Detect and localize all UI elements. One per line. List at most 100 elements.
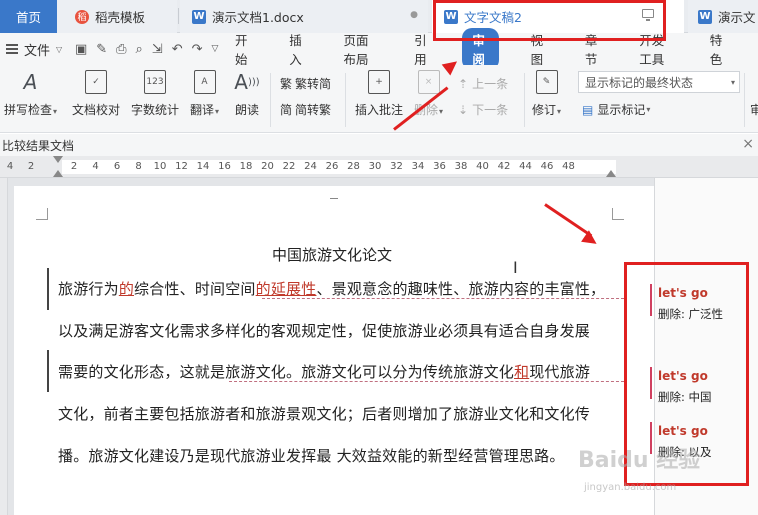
ruler-number: 6 bbox=[113, 161, 121, 172]
read-aloud-button[interactable]: A))) 朗读 bbox=[234, 69, 260, 118]
word-count-button[interactable]: 123 字数统计 bbox=[131, 69, 179, 118]
text-cursor-icon: I bbox=[513, 258, 518, 277]
ruler-number: 16 bbox=[218, 161, 231, 172]
spell-check-button[interactable]: A 拼写检查▾ bbox=[4, 69, 57, 118]
ruler-number: 4 bbox=[92, 161, 99, 172]
next-comment-button[interactable]: ⇣ 下一条 bbox=[458, 101, 508, 118]
docer-icon: 稻 bbox=[75, 9, 89, 24]
ruler-number: 34 bbox=[411, 161, 425, 172]
page-top-mark bbox=[330, 198, 338, 199]
document-page[interactable]: 中国旅游文化论文 I 旅游行为的综合性、时间空间的延展性、景观意念的趣味性、旅游… bbox=[14, 186, 654, 515]
document-title: 中国旅游文化论文 bbox=[272, 246, 393, 264]
to-simplified-button[interactable]: 简简转繁 bbox=[280, 101, 331, 118]
first-indent-marker[interactable] bbox=[53, 156, 63, 163]
ruler-number: 48 bbox=[562, 161, 575, 172]
tab-doc1-label: 演示文档1.docx bbox=[212, 10, 304, 25]
undo-icon[interactable]: ↶ bbox=[172, 42, 183, 57]
revise-label: 修订 bbox=[532, 103, 557, 117]
menu-item[interactable]: 插入 bbox=[283, 28, 311, 70]
ruler-number: 38 bbox=[454, 161, 468, 172]
tab-doc3-label: 演示文 bbox=[718, 10, 756, 25]
tab-template-label: 稻壳模板 bbox=[95, 10, 146, 25]
review-cut-button[interactable]: 审 bbox=[750, 101, 758, 118]
show-markup-button[interactable]: ▤ 显示标记 ▾ bbox=[582, 101, 650, 118]
ruler-number: 8 bbox=[135, 161, 142, 172]
markup-state-select[interactable]: 显示标记的最终状态 ▾ bbox=[578, 71, 740, 93]
ruler-number: 40 bbox=[476, 161, 489, 172]
show-markup-icon: ▤ bbox=[582, 102, 594, 117]
right-indent-marker[interactable] bbox=[606, 170, 616, 177]
change-bar bbox=[47, 268, 49, 310]
spell-check-icon: A bbox=[23, 70, 38, 94]
revision-leader-line bbox=[262, 298, 624, 299]
ruler-number: 32 bbox=[390, 161, 403, 172]
text-run: 需要的文化形态，这就是旅游文化。旅游文化可以分为传统旅游文化 bbox=[58, 363, 515, 381]
ruler-number: 2 bbox=[27, 161, 35, 172]
export-icon[interactable]: ⇲ bbox=[152, 42, 163, 57]
chevron-down-icon: ▽ bbox=[56, 44, 63, 54]
close-icon[interactable]: × bbox=[742, 136, 754, 152]
read-aloud-icon: A))) bbox=[234, 70, 260, 94]
review-cut-label: 审 bbox=[750, 103, 758, 117]
ruler-number: 2 bbox=[70, 161, 78, 172]
ribbon-separator bbox=[524, 73, 525, 127]
tab-home[interactable]: 首页 bbox=[0, 0, 57, 33]
file-menu[interactable]: 文件 ▽ bbox=[0, 40, 67, 59]
spell-check-label: 拼写检查 bbox=[4, 103, 53, 117]
menu-item[interactable]: 开始 bbox=[229, 28, 257, 70]
writer-icon: W bbox=[698, 9, 712, 24]
to-traditional-button[interactable]: 繁繁转简 bbox=[280, 75, 331, 92]
print-preview-icon[interactable]: ⌕ bbox=[136, 42, 143, 57]
ruler-number: 14 bbox=[196, 161, 210, 172]
chevron-down-icon: ▾ bbox=[557, 107, 562, 116]
crop-mark bbox=[612, 208, 624, 220]
ribbon-separator bbox=[744, 73, 745, 127]
paragraph-line: 以及满足游客文化需求多样化的客观规定性，促使旅游业必须具有适合自身发展 bbox=[58, 322, 591, 340]
track-changes-icon: ✎ bbox=[534, 69, 560, 95]
chevron-down-icon: ▾ bbox=[53, 107, 58, 116]
hanging-indent-marker[interactable] bbox=[53, 170, 63, 177]
quick-access-toolbar: ▣ ✎ ⎙ ⌕ ⇲ ↶ ↷ ▽ bbox=[67, 42, 229, 57]
ruler-number: 46 bbox=[540, 161, 554, 172]
ruler-text-area bbox=[62, 160, 616, 174]
highlight-box bbox=[433, 0, 666, 41]
ribbon-separator bbox=[270, 73, 271, 127]
save-icon[interactable]: ▣ bbox=[75, 42, 87, 57]
inserted-text: 和 bbox=[514, 363, 530, 381]
doc-proof-button[interactable]: ✓ 文档校对 bbox=[72, 69, 120, 118]
text-run: 旅游行为 bbox=[58, 280, 119, 298]
redo-icon[interactable]: ↷ bbox=[192, 42, 203, 57]
compare-panel-bar: 比较结果文档 × bbox=[0, 134, 758, 156]
tab-template[interactable]: 稻 稻壳模板 bbox=[57, 0, 177, 33]
text-run: 现代旅游 bbox=[529, 363, 591, 381]
menu-item[interactable]: 特色 bbox=[704, 28, 732, 70]
chevron-down-icon: ▾ bbox=[646, 105, 651, 114]
ribbon-review: A 拼写检查▾ ✓ 文档校对 123 字数统计 A 翻译▾ A))) 朗读 繁繁… bbox=[0, 65, 758, 133]
customize-icon[interactable]: ▽ bbox=[212, 44, 219, 54]
ruler-number: 26 bbox=[325, 161, 339, 172]
paragraph-line: 旅游行为的综合性、时间空间的延展性、景观意念的趣味性、旅游内容的丰富性， bbox=[58, 278, 605, 299]
ruler-number: 42 bbox=[497, 161, 511, 172]
ruler-number: 20 bbox=[261, 161, 274, 172]
horizontal-ruler[interactable]: 4 2 2 4 6 8 10 12 14 16 18 20 22 24 26 28 30 32 34 36 38 40 42… bbox=[0, 156, 758, 178]
insert-comment-button[interactable]: + 插入批注 bbox=[355, 69, 403, 118]
change-bar bbox=[47, 350, 49, 392]
compare-title: 比较结果文档 bbox=[2, 138, 75, 153]
translate-button[interactable]: A 翻译▾ bbox=[190, 69, 219, 118]
format-painter-icon[interactable]: ✎ bbox=[96, 42, 107, 57]
ribbon-separator bbox=[345, 73, 346, 127]
paragraph-line: 需要的文化形态，这就是旅游文化。旅游文化可以分为传统旅游文化和现代旅游 bbox=[58, 361, 590, 382]
delete-comment-icon: × bbox=[416, 69, 442, 95]
prev-icon: ⇡ bbox=[458, 76, 469, 91]
menu-item[interactable]: 页面布局 bbox=[338, 28, 383, 70]
print-icon[interactable]: ⎙ bbox=[116, 42, 126, 57]
chevron-down-icon: ▾ bbox=[215, 107, 220, 116]
revise-button[interactable]: ✎ 修订▾ bbox=[532, 69, 561, 118]
next-icon: ⇣ bbox=[458, 102, 469, 117]
to-traditional-label: 繁转简 bbox=[295, 77, 332, 91]
prev-comment-button[interactable]: ⇡ 上一条 bbox=[458, 75, 508, 92]
next-comment-label: 下一条 bbox=[472, 103, 509, 117]
paragraph-line: 播。旅游文化建设乃是现代旅游业发挥最 大效益效能的新型经营管理思路。 bbox=[58, 447, 565, 465]
ruler-number: 36 bbox=[433, 161, 446, 172]
writer-icon: W bbox=[192, 9, 206, 24]
